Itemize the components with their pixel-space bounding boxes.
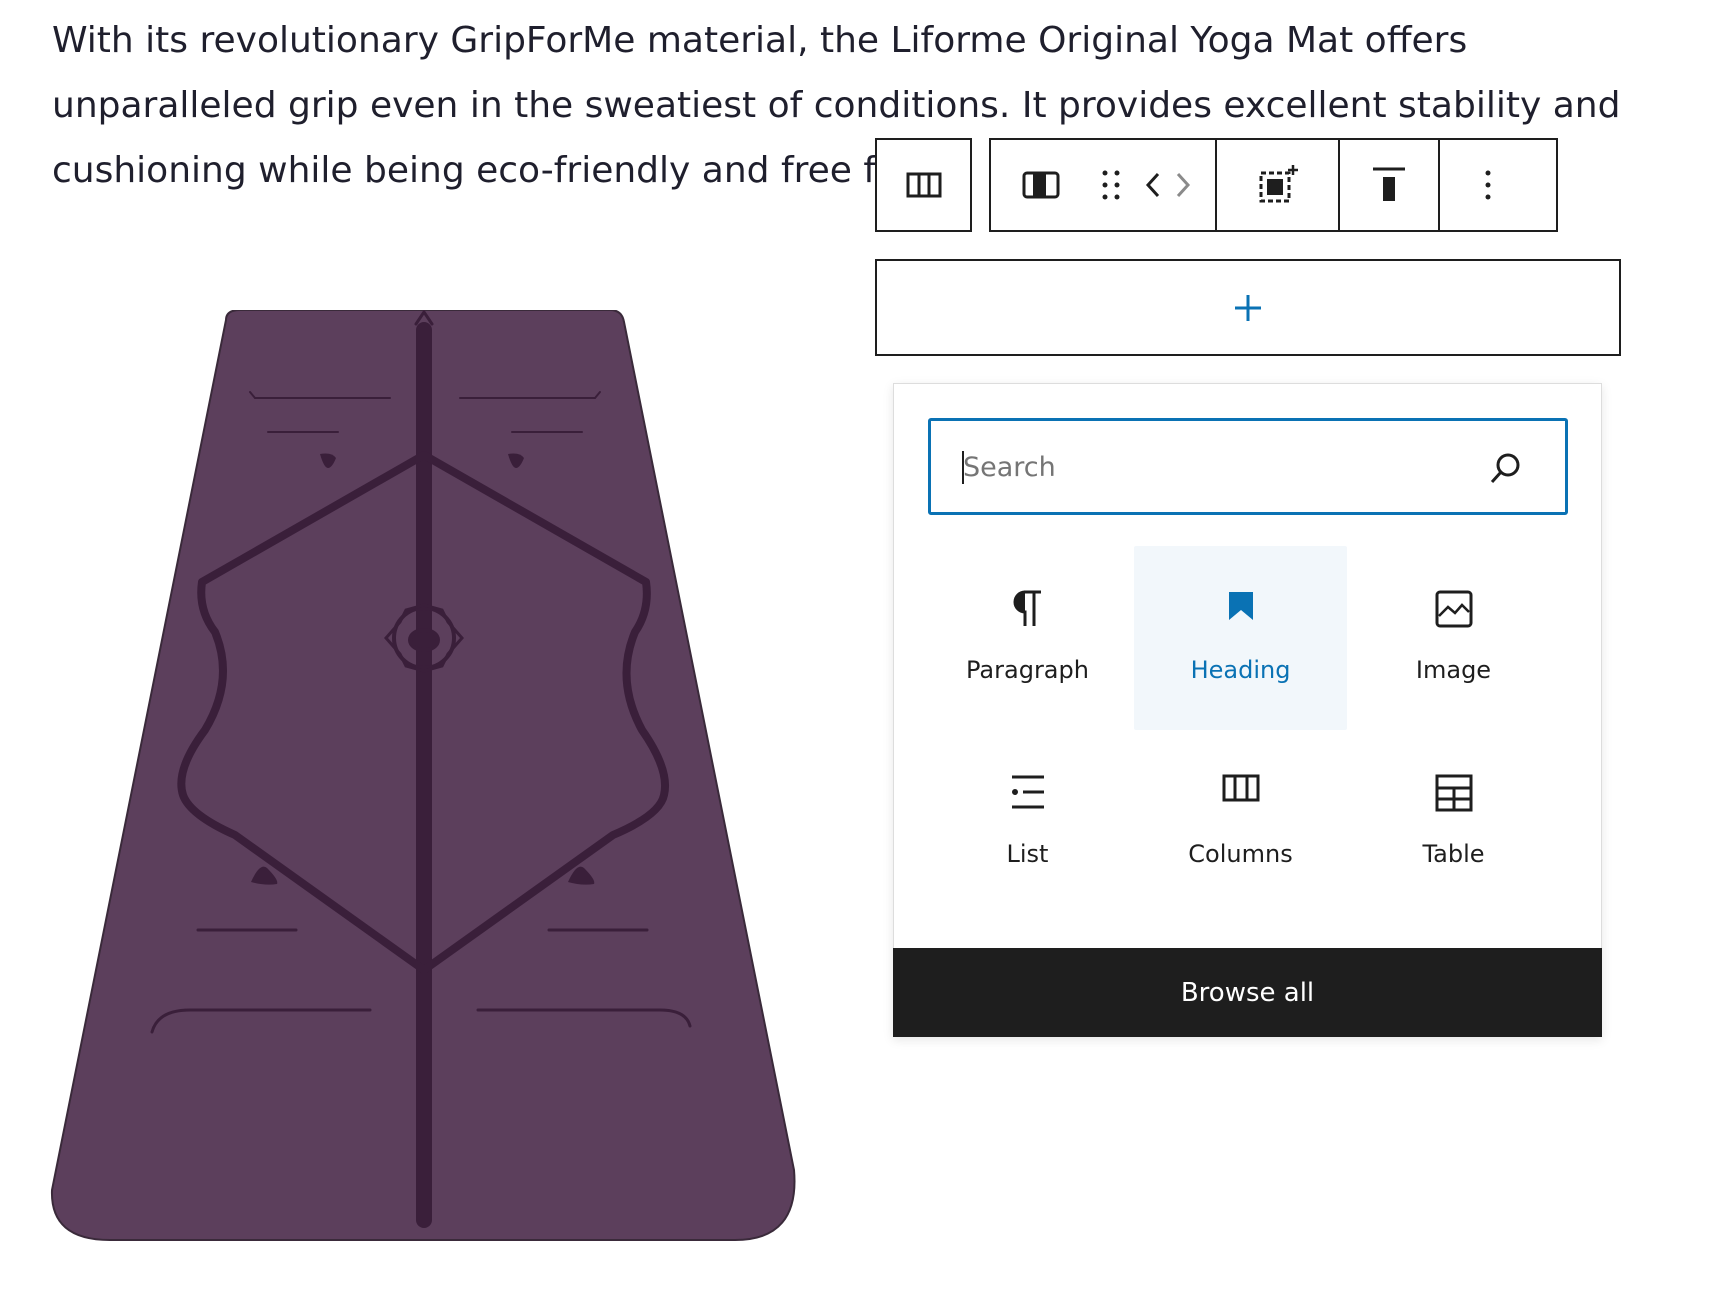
search-box	[928, 418, 1568, 515]
plus-icon	[1235, 294, 1261, 321]
more-options-button[interactable]	[1438, 140, 1536, 230]
list-icon	[1011, 775, 1044, 809]
paragraph-line: With its revolutionary GripForMe materia…	[52, 20, 1468, 61]
move-right-button[interactable]	[1175, 140, 1215, 230]
image-icon	[1435, 590, 1472, 628]
drag-handle-button[interactable]	[1091, 140, 1131, 230]
browse-all-button[interactable]: Browse all	[893, 948, 1602, 1037]
block-label: List	[1006, 840, 1049, 868]
search-icon	[1490, 453, 1520, 484]
block-image[interactable]: Image	[1347, 546, 1560, 730]
more-options-icon	[1485, 170, 1491, 200]
block-toolbar-parent	[875, 138, 972, 232]
table-icon	[1435, 774, 1472, 812]
block-label: Heading	[1190, 656, 1291, 684]
search-input[interactable]	[961, 421, 1485, 514]
block-label: Image	[1415, 656, 1492, 684]
paragraph-line: unparalleled grip even in the sweatiest …	[52, 85, 1621, 126]
vertical-align-button[interactable]	[1338, 140, 1438, 230]
block-inserter-popover: Paragraph Heading Image List	[893, 383, 1602, 1037]
block-heading[interactable]: Heading	[1134, 546, 1347, 730]
align-top-icon	[1373, 167, 1405, 201]
move-left-button[interactable]	[1131, 140, 1175, 230]
select-parent-block-button[interactable]	[1215, 140, 1338, 230]
block-type-button[interactable]	[991, 140, 1091, 230]
block-paragraph[interactable]: Paragraph	[921, 546, 1134, 730]
yoga-mat-image[interactable]	[50, 310, 800, 1250]
columns-icon	[1222, 774, 1259, 802]
add-block-button[interactable]	[875, 259, 1621, 356]
block-columns[interactable]: Columns	[1134, 730, 1347, 914]
paragraph-icon	[1013, 590, 1041, 626]
block-table[interactable]: Table	[1347, 730, 1560, 914]
text-caret	[962, 451, 964, 484]
block-label: Columns	[1188, 840, 1293, 868]
columns-icon	[906, 172, 941, 198]
heading-icon	[1228, 592, 1253, 620]
select-parent-button[interactable]	[877, 140, 970, 230]
select-parent-icon	[1259, 165, 1298, 203]
move-left-icon	[1145, 172, 1160, 198]
block-list[interactable]: List	[921, 730, 1134, 914]
column-icon	[1022, 171, 1060, 199]
block-toolbar	[989, 138, 1558, 232]
drag-handle-icon	[1102, 170, 1120, 200]
block-label: Paragraph	[966, 656, 1089, 684]
move-right-icon	[1176, 172, 1191, 198]
block-label: Table	[1422, 840, 1485, 868]
